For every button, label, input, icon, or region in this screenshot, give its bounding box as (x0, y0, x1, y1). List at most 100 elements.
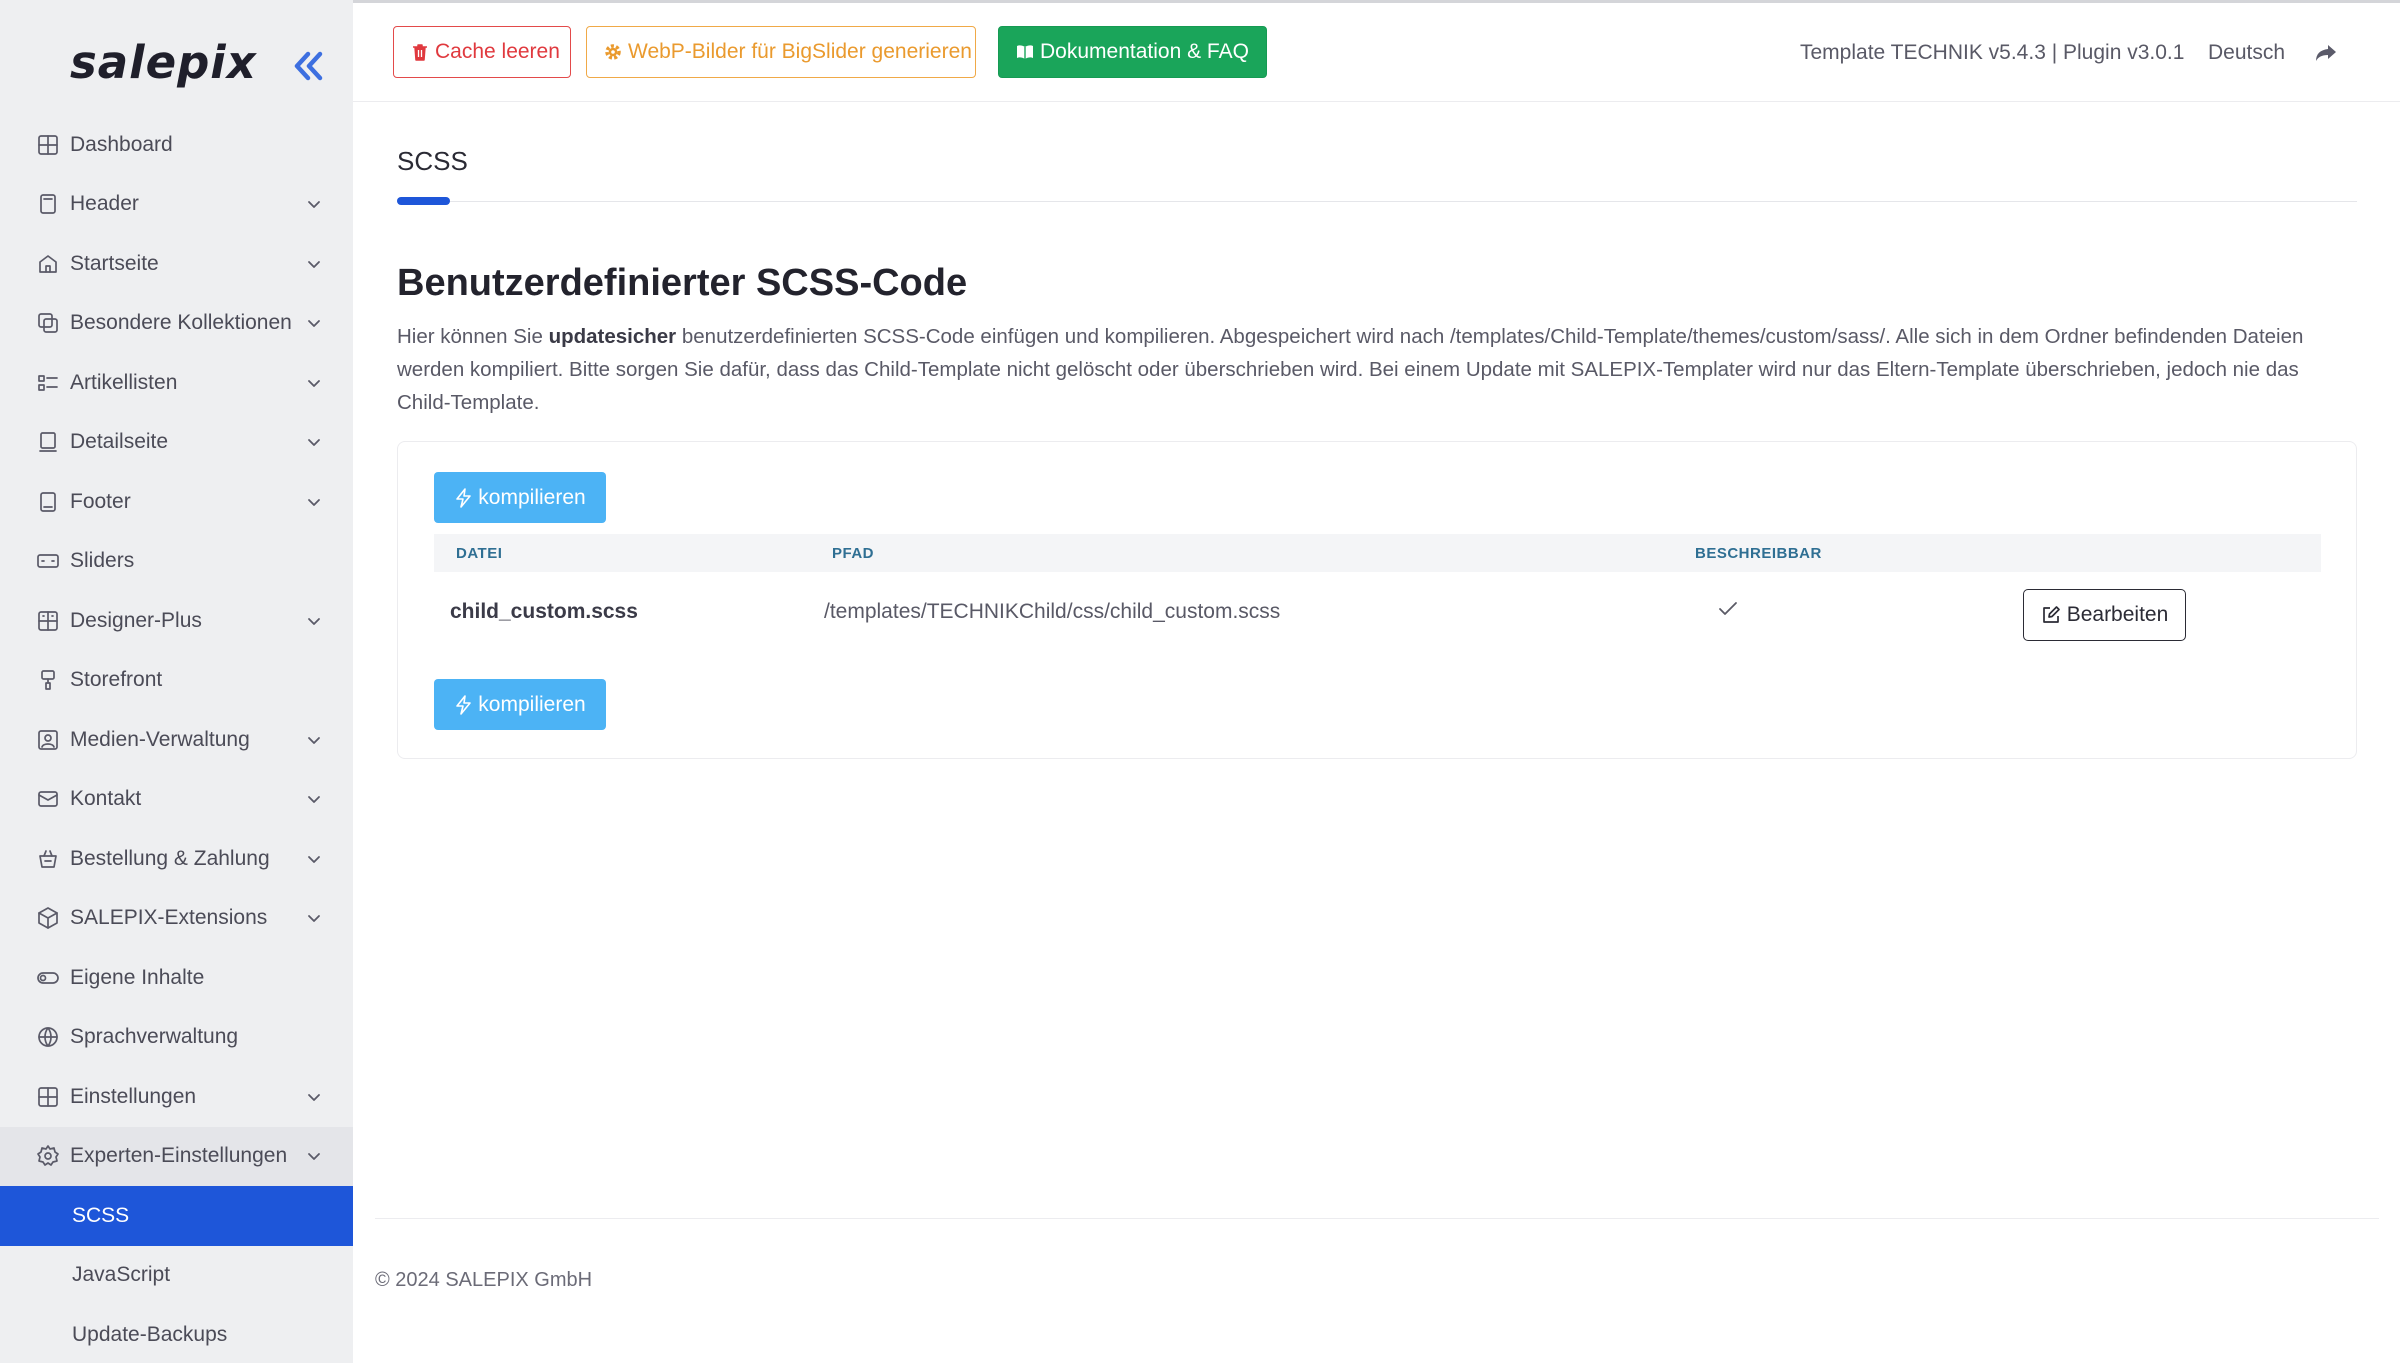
chevron-down-icon (305, 433, 323, 451)
description-body: benutzerdefinierten SCSS-Code einfügen u… (397, 325, 2304, 414)
mail-icon (36, 787, 60, 811)
version-info: Template TECHNIK v5.4.3 | Plugin v3.0.1 (1800, 41, 2185, 64)
column-header-path: PFAD (832, 545, 875, 562)
sidebar-item-label: Sliders (70, 549, 135, 573)
sidebar-item-artikellisten[interactable]: Artikellisten (0, 353, 353, 413)
book-icon (1015, 42, 1035, 62)
footer-copyright: © 2024 SALEPIX GmbH (375, 1269, 593, 1291)
header-icon (36, 192, 60, 216)
sidebar-item-label: Bestellung & Zahlung (70, 846, 270, 870)
sidebar-item-medien-verwaltung[interactable]: Medien-Verwaltung (0, 710, 353, 770)
chevron-down-icon (305, 612, 323, 630)
sidebar-item-label: Experten-Einstellungen (70, 1144, 288, 1168)
sidebar-item-label: Header (70, 192, 139, 216)
clear-cache-label: Cache leeren (435, 40, 560, 63)
sidebar: salepix Dashboard Header Startseite Besonde… (0, 0, 353, 1363)
brush-icon (36, 668, 60, 692)
sidebar-item-label: Footer (70, 489, 131, 513)
package-icon (36, 906, 60, 930)
page-title: Benutzerdefinierter SCSS-Code (397, 262, 968, 304)
sidebar-item-bestellung-zahlung[interactable]: Bestellung & Zahlung (0, 829, 353, 889)
sidebar-item-label: Startseite (70, 251, 159, 275)
sidebar-item-experten-einstellungen[interactable]: Experten-Einstellungen (0, 1126, 353, 1186)
chevron-down-icon (305, 1088, 323, 1106)
sidebar-item-label: Einstellungen (70, 1084, 197, 1108)
footer-divider (375, 1218, 2379, 1219)
sidebar-item-label: Medien-Verwaltung (70, 727, 250, 751)
sidebar-item-besondere-kollektionen[interactable]: Besondere Kollektionen (0, 294, 353, 354)
edit-label: Bearbeiten (2066, 603, 2169, 626)
media-icon (36, 728, 60, 752)
generate-webp-button[interactable]: WebP-Bilder für BigSlider generieren (586, 26, 976, 78)
sidebar-item-dashboard[interactable]: Dashboard (0, 115, 353, 175)
tab-scss[interactable]: SCSS (397, 146, 468, 177)
documentation-button[interactable]: Dokumentation & FAQ (998, 26, 1267, 78)
trash-icon (410, 42, 430, 62)
sidebar-subitem-update-backups[interactable]: Update-Backups (0, 1305, 353, 1363)
active-tab-indicator (397, 197, 450, 205)
compile-button-bottom[interactable]: kompilieren (434, 679, 606, 730)
gear-icon (36, 1144, 60, 1168)
sidebar-subitem-scss[interactable]: SCSS (0, 1186, 353, 1246)
sidebar-item-label: Sprachverwaltung (70, 1025, 239, 1049)
sidebar-item-label: SALEPIX-Extensions (70, 906, 268, 930)
clear-cache-button[interactable]: Cache leeren (393, 26, 571, 78)
sidebar-nav: Dashboard Header Startseite Besondere Kolle… (0, 115, 353, 1363)
collections-icon (36, 311, 60, 335)
sidebar-item-label: Artikellisten (70, 370, 178, 394)
table-header: DATEI PFAD BESCHREIBBAR (434, 534, 2321, 572)
detail-page-icon (36, 430, 60, 454)
dashboard-icon (36, 133, 60, 157)
sidebar-item-header[interactable]: Header (0, 175, 353, 235)
sidebar-item-label: Dashboard (70, 132, 173, 156)
sidebar-item-storefront[interactable]: Storefront (0, 651, 353, 711)
lightning-icon (456, 694, 472, 715)
check-icon (1718, 600, 1738, 618)
settings-grid-icon (36, 1085, 60, 1109)
sidebar-subitem-javascript[interactable]: JavaScript (0, 1246, 353, 1306)
tab-divider (397, 201, 2357, 202)
edit-button[interactable]: Bearbeiten (2023, 589, 2186, 641)
chevron-down-icon (305, 493, 323, 511)
list-icon (36, 371, 60, 395)
logout-icon[interactable] (2313, 41, 2339, 65)
sidebar-item-footer[interactable]: Footer (0, 472, 353, 532)
lightning-icon (456, 487, 472, 508)
chevron-down-icon (305, 1147, 323, 1165)
chevron-down-icon (305, 850, 323, 868)
topbar: Cache leeren WebP-Bilder für BigSlider g… (353, 0, 2400, 102)
compile-label: kompilieren (478, 485, 586, 509)
sidebar-item-designer-plus[interactable]: Designer-Plus (0, 591, 353, 651)
chevron-down-icon (305, 255, 323, 273)
chevron-down-icon (305, 790, 323, 808)
sidebar-item-label: Detailseite (70, 430, 169, 454)
sidebar-item-detailseite[interactable]: Detailseite (0, 413, 353, 473)
sidebar-item-label: Storefront (70, 668, 163, 692)
sidebar-item-sliders[interactable]: Sliders (0, 532, 353, 592)
sidebar-item-startseite[interactable]: Startseite (0, 234, 353, 294)
description-intro: Hier können Sie (397, 325, 549, 348)
sidebar-item-label: Designer-Plus (70, 608, 202, 632)
brand-logo: salepix (70, 36, 257, 89)
sidebar-item-eigene-inhalte[interactable]: Eigene Inhalte (0, 948, 353, 1008)
edit-icon (2042, 606, 2060, 623)
compile-button-top[interactable]: kompilieren (434, 472, 606, 523)
sidebar-item-kontakt[interactable]: Kontakt (0, 770, 353, 830)
sidebar-item-salepix-extensions[interactable]: SALEPIX-Extensions (0, 889, 353, 949)
chevron-down-icon (305, 314, 323, 332)
globe-icon (36, 1025, 60, 1049)
basket-icon (36, 847, 60, 871)
language-selector[interactable]: Deutsch (2208, 41, 2285, 65)
sidebar-item-sprachverwaltung[interactable]: Sprachverwaltung (0, 1008, 353, 1068)
chevron-down-icon (305, 374, 323, 392)
footer-icon (36, 490, 60, 514)
scss-files-card: kompilieren DATEI PFAD BESCHREIBBAR chil… (397, 441, 2357, 759)
sidebar-item-label: Eigene Inhalte (70, 965, 205, 989)
cog-icon (603, 42, 623, 62)
file-name-cell: child_custom.scss (450, 600, 638, 623)
collapse-sidebar-icon[interactable] (288, 44, 328, 88)
table-row: child_custom.scss /templates/TECHNIKChil… (434, 572, 2321, 656)
sidebar-item-einstellungen[interactable]: Einstellungen (0, 1067, 353, 1127)
toggle-icon (36, 966, 60, 990)
home-icon (36, 252, 60, 276)
